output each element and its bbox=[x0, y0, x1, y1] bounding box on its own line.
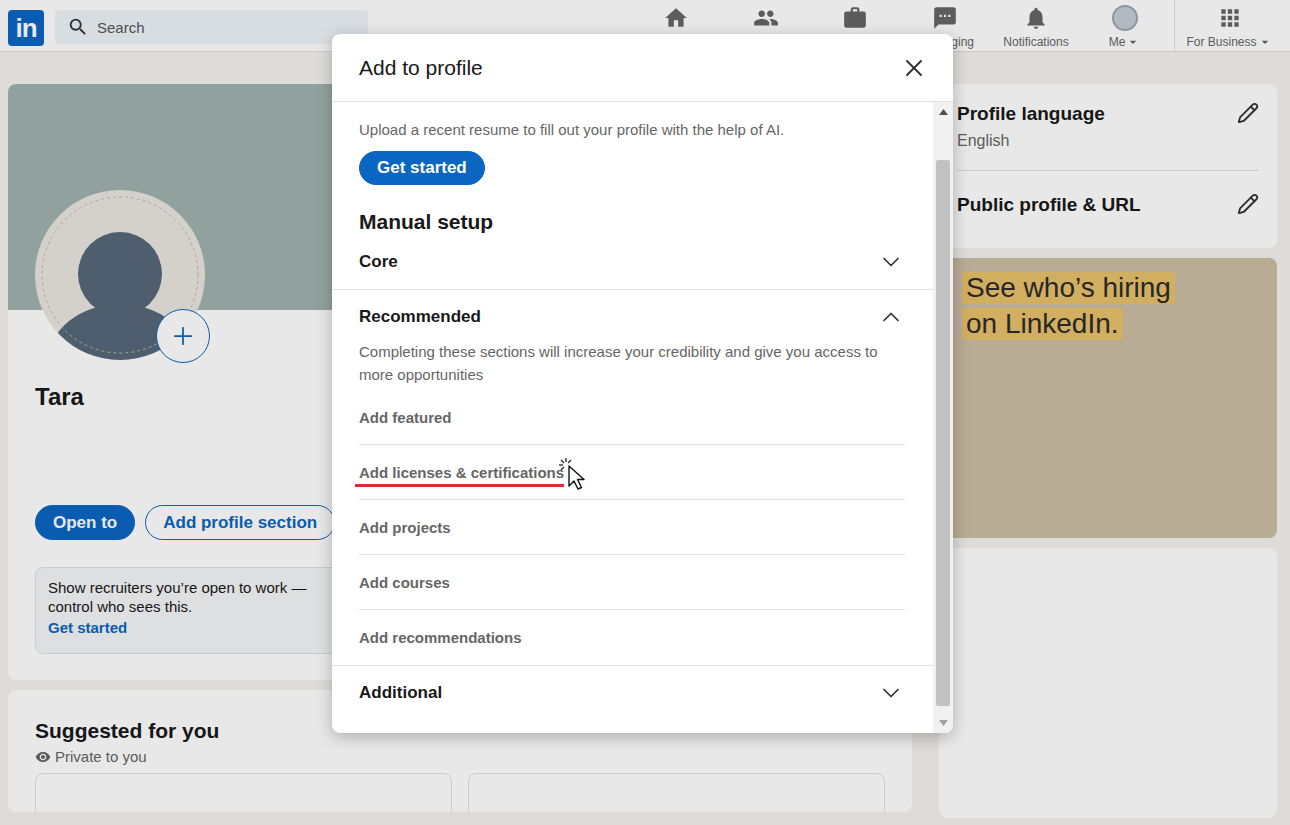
item-label: Add licenses & certifications bbox=[359, 464, 564, 481]
profile-section: Core bbox=[332, 235, 933, 290]
intro: Upload a recent resume to fill out your … bbox=[332, 120, 933, 235]
intro-text: Upload a recent resume to fill out your … bbox=[359, 120, 905, 140]
manual-setup-heading: Manual setup bbox=[359, 209, 905, 235]
linkedin-profile-page: inSearchgingNotificationsMeFor BusinessT… bbox=[0, 0, 1290, 825]
section-header[interactable]: Recommended bbox=[359, 290, 905, 344]
section-item[interactable]: Add courses bbox=[359, 555, 905, 610]
arrow-down-icon bbox=[939, 720, 948, 726]
scrollbar[interactable] bbox=[933, 102, 953, 733]
profile-section: RecommendedCompleting these sections wil… bbox=[332, 290, 933, 666]
chevron-up-icon bbox=[877, 303, 905, 331]
item-label: Add projects bbox=[359, 519, 451, 536]
cursor-icon bbox=[556, 456, 596, 492]
close-icon[interactable] bbox=[900, 54, 928, 82]
scroll-down-arrow[interactable] bbox=[933, 713, 953, 733]
arrow-up-icon bbox=[939, 109, 948, 115]
item-label: Add featured bbox=[359, 409, 452, 426]
modal-content: Upload a recent resume to fill out your … bbox=[332, 102, 933, 733]
scroll-up-arrow[interactable] bbox=[933, 102, 953, 122]
profile-section: Additional bbox=[332, 666, 933, 720]
modal-header: Add to profile bbox=[332, 34, 953, 102]
section-item[interactable]: Add recommendations bbox=[359, 610, 905, 665]
item-label: Add recommendations bbox=[359, 629, 522, 646]
section-item[interactable]: Add licenses & certifications bbox=[359, 445, 905, 500]
add-to-profile-modal: Add to profile Upload a recent resume to … bbox=[332, 34, 953, 733]
section-item[interactable]: Add projects bbox=[359, 500, 905, 555]
chevron-down-icon bbox=[877, 248, 905, 276]
modal-title: Add to profile bbox=[359, 55, 483, 81]
item-label: Add courses bbox=[359, 574, 450, 591]
get-started-button[interactable]: Get started bbox=[359, 151, 485, 185]
scroll-thumb[interactable] bbox=[936, 160, 950, 706]
section-description: Completing these sections will increase … bbox=[359, 340, 905, 390]
section-item[interactable]: Add featured bbox=[359, 390, 905, 445]
chevron-down-icon bbox=[877, 679, 905, 707]
section-header[interactable]: Additional bbox=[359, 666, 905, 720]
section-header[interactable]: Core bbox=[359, 235, 905, 289]
modal-body: Upload a recent resume to fill out your … bbox=[332, 102, 953, 733]
